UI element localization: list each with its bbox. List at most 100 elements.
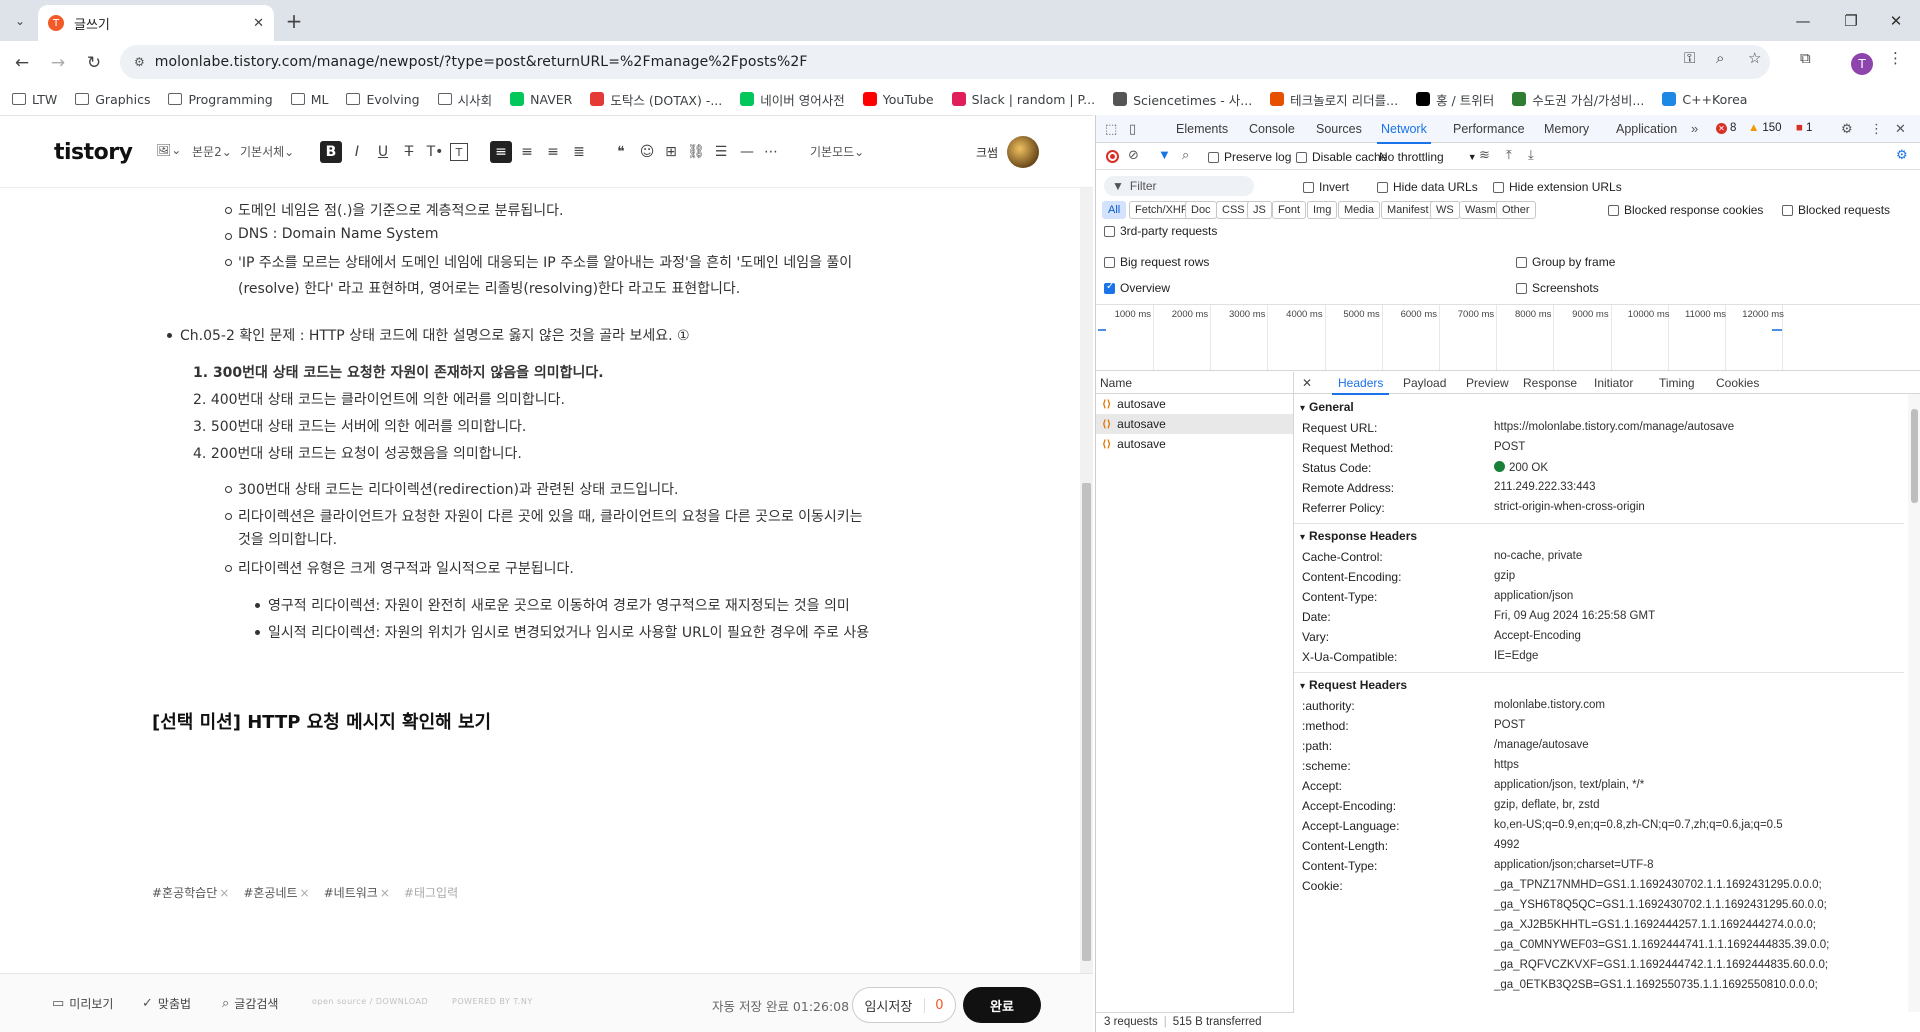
tab-performance[interactable]: Performance — [1453, 122, 1525, 136]
tab-application[interactable]: Application — [1616, 122, 1677, 136]
clear-icon[interactable]: ⊘ — [1128, 147, 1139, 163]
bookmark-item[interactable]: 홍 / 트위터 — [1416, 90, 1494, 109]
tag-chip[interactable]: #네트워크 × — [324, 886, 390, 900]
italic-button[interactable]: I — [346, 141, 368, 163]
error-badge[interactable]: ✕ 8 — [1716, 122, 1736, 134]
filter-icon[interactable]: ▼ — [1158, 147, 1171, 162]
tag-remove-icon[interactable]: × — [300, 886, 310, 900]
bookmark-item[interactable]: C++Korea — [1662, 92, 1747, 107]
user-avatar[interactable] — [1007, 136, 1039, 168]
profile-avatar[interactable]: T — [1851, 53, 1873, 75]
hide-extension-urls-checkbox[interactable]: Hide extension URLs — [1493, 180, 1622, 194]
section-header[interactable]: Request Headers — [1300, 678, 1407, 692]
group-by-frame-checkbox[interactable]: Group by frame — [1516, 255, 1615, 269]
tag-remove-icon[interactable]: × — [380, 886, 390, 900]
close-icon[interactable]: ✕ — [253, 16, 264, 31]
request-row[interactable]: ⟨⟩ autosave — [1096, 394, 1293, 414]
publish-button[interactable]: 완료 — [963, 987, 1041, 1023]
throttling-select[interactable]: No throttling ▼ — [1379, 150, 1477, 164]
type-filter-media[interactable]: Media — [1338, 201, 1380, 219]
bookmark-item[interactable]: 네이버 영어사전 — [740, 90, 845, 109]
table-icon[interactable]: ⊞ — [660, 141, 682, 163]
type-filter-ws[interactable]: WS — [1430, 201, 1460, 219]
tab-search-button[interactable]: ⌄ — [6, 8, 34, 34]
import-har-icon[interactable]: ⤒ — [1506, 147, 1512, 163]
divider-icon[interactable]: — — [736, 141, 758, 163]
scrollbar-thumb[interactable] — [1082, 483, 1091, 961]
temp-save-button[interactable]: 임시저장 0 — [852, 987, 956, 1023]
bookmark-item[interactable]: Slack | random | P... — [951, 92, 1095, 107]
bookmark-item[interactable]: 수도권 가심/가성비... — [1512, 90, 1644, 109]
network-conditions-icon[interactable]: ≋ — [1479, 147, 1490, 163]
tab-memory[interactable]: Memory — [1544, 122, 1589, 136]
align-center-icon[interactable]: ≡ — [516, 141, 538, 163]
type-filter-all[interactable]: All — [1102, 201, 1127, 219]
site-info-icon[interactable]: ⚙ — [134, 55, 145, 69]
more-tabs-icon[interactable]: » — [1691, 121, 1698, 136]
tab-sources[interactable]: Sources — [1316, 122, 1362, 136]
underline-button[interactable]: U — [372, 141, 394, 163]
type-filter-font[interactable]: Font — [1272, 201, 1307, 219]
quote-icon[interactable]: ❝ — [610, 141, 632, 163]
bookmark-item[interactable]: NAVER — [510, 92, 572, 107]
type-filter-js[interactable]: JS — [1247, 201, 1272, 219]
bookmark-item[interactable]: ML — [290, 92, 328, 107]
bookmark-item[interactable]: Graphics — [75, 92, 150, 107]
scrollbar-thumb[interactable] — [1911, 409, 1918, 503]
detail-scrollbar[interactable] — [1908, 394, 1920, 1012]
back-icon[interactable]: ← — [8, 49, 36, 77]
warning-badge[interactable]: ▲ 150 — [1748, 122, 1782, 134]
text-color-button[interactable]: T• — [424, 141, 446, 163]
type-filter-css[interactable]: CSS — [1216, 201, 1251, 219]
settings-gear-icon[interactable]: ⚙ — [1841, 121, 1853, 137]
paragraph-select[interactable]: 본문2⌄ — [192, 143, 232, 160]
restore-icon[interactable]: ❐ — [1827, 0, 1875, 41]
export-har-icon[interactable]: ⤓ — [1528, 147, 1534, 163]
issues-badge[interactable]: ■ 1 — [1796, 122, 1812, 134]
tab-network[interactable]: Network — [1377, 122, 1431, 144]
detail-tab-headers[interactable]: Headers — [1331, 376, 1390, 395]
bookmark-item[interactable]: Sciencetimes - 사... — [1113, 90, 1252, 109]
request-row[interactable]: ⟨⟩ autosave — [1096, 414, 1293, 434]
type-filter-other[interactable]: Other — [1496, 201, 1536, 219]
browser-tab[interactable]: T 글쓰기 ✕ — [38, 5, 274, 41]
name-column-header[interactable]: Name — [1096, 372, 1293, 394]
spellcheck-button[interactable]: ✓ 맞춤법 — [142, 995, 191, 1012]
third-party-checkbox[interactable]: 3rd-party requests — [1104, 224, 1217, 238]
search-material-button[interactable]: ⌕ 글감검색 — [222, 995, 278, 1012]
minimize-icon[interactable]: — — [1779, 0, 1827, 41]
align-justify-icon[interactable]: ≣ — [568, 141, 590, 163]
invert-checkbox[interactable]: Invert — [1303, 180, 1349, 194]
detail-tab-preview[interactable]: Preview — [1466, 376, 1509, 390]
network-settings-icon[interactable]: ⚙ — [1896, 147, 1908, 163]
text-bg-button[interactable]: T — [450, 143, 468, 161]
devtools-menu-icon[interactable]: ⋮ — [1870, 121, 1883, 137]
image-insert-icon[interactable]: 🖼⌄ — [156, 143, 181, 157]
hide-data-urls-checkbox[interactable]: Hide data URLs — [1377, 180, 1478, 194]
reload-icon[interactable]: ↻ — [80, 49, 108, 77]
more-icon[interactable]: ⋯ — [760, 141, 782, 163]
detail-tab-response[interactable]: Response — [1523, 376, 1577, 390]
menu-dots-icon[interactable]: ⋮ — [1888, 49, 1903, 67]
font-select[interactable]: 기본서체⌄ — [240, 143, 294, 160]
overview-checkbox[interactable]: Overview — [1104, 281, 1170, 295]
inspect-element-icon[interactable]: ⬚ — [1105, 121, 1117, 137]
bookmark-item[interactable]: 시사회 — [437, 90, 492, 109]
extensions-icon[interactable]: ⧉ — [1800, 49, 1811, 67]
link-icon[interactable]: ⛓ — [685, 141, 707, 163]
type-filter-doc[interactable]: Doc — [1185, 201, 1217, 219]
blocked-requests-checkbox[interactable]: Blocked requests — [1782, 203, 1890, 217]
section-header[interactable]: General — [1300, 400, 1354, 414]
post-content[interactable]: · · · · · · · · · · · · · · · · · · · · … — [0, 188, 1080, 973]
devtools-close-icon[interactable]: ✕ — [1895, 121, 1906, 137]
align-right-icon[interactable]: ≡ — [542, 141, 564, 163]
strike-button[interactable]: T — [398, 141, 420, 163]
emoji-icon[interactable]: ☺ — [636, 141, 658, 163]
address-bar[interactable]: ⚙ molonlabe.tistory.com/manage/newpost/?… — [120, 45, 1770, 79]
search-icon[interactable]: ⌕ — [1182, 147, 1189, 163]
type-filter-img[interactable]: Img — [1307, 201, 1338, 219]
bold-button[interactable]: B — [320, 141, 342, 163]
bookmark-item[interactable]: YouTube — [862, 92, 934, 107]
bookmark-item[interactable]: Evolving — [346, 92, 420, 107]
tab-console[interactable]: Console — [1249, 122, 1295, 136]
